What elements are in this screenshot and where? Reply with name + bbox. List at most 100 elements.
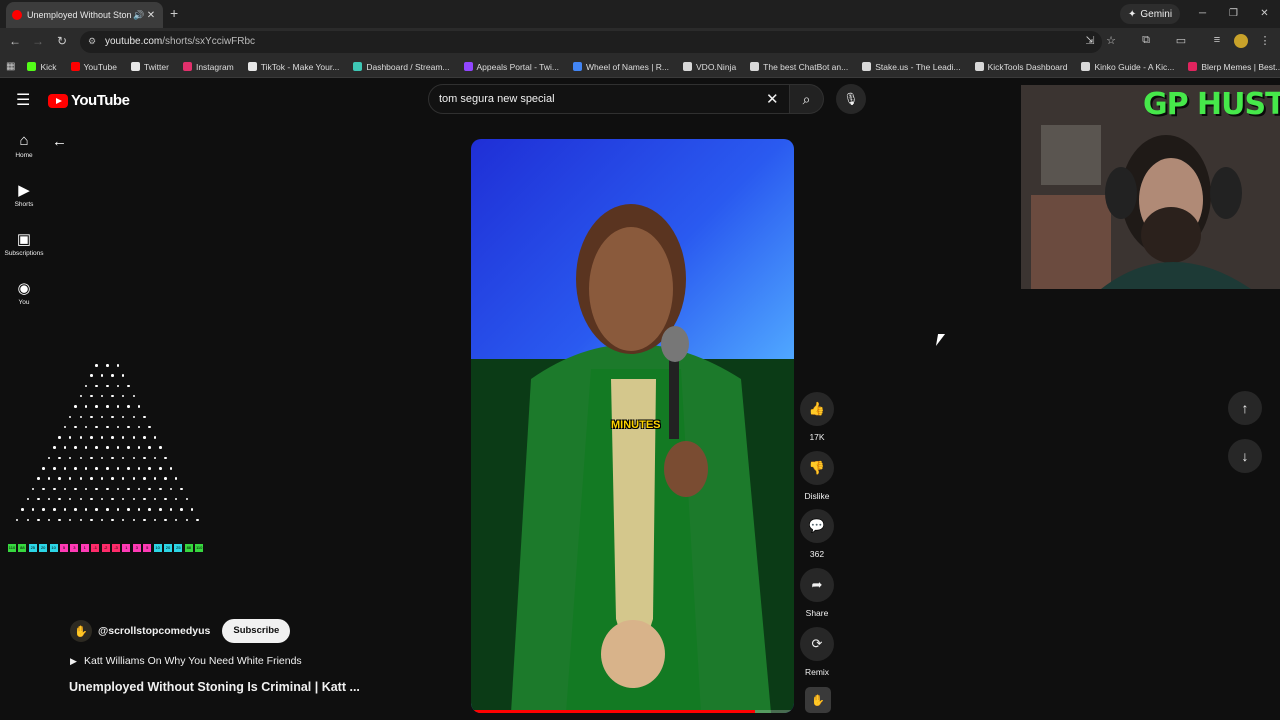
extensions-icon[interactable]: ⧉	[1139, 34, 1153, 47]
dislike-label: Dislike	[804, 491, 830, 501]
clear-search-icon[interactable]: ✕	[766, 90, 779, 108]
bookmark-favicon-icon	[247, 62, 257, 71]
plinko-peg	[185, 497, 188, 501]
voice-search-button[interactable]: 🎙	[836, 84, 866, 114]
related-video-link[interactable]: Katt Williams On Why You Need White Frie…	[84, 655, 302, 667]
plinko-peg	[159, 508, 162, 511]
share-button[interactable]: ➦ Share	[798, 568, 836, 618]
apps-grid-icon[interactable]: ▦	[6, 61, 15, 72]
bookmark-item[interactable]: TikTok - Make Your...	[247, 62, 339, 72]
plinko-peg	[100, 518, 104, 521]
bookmark-label: Blerp Memes | Best...	[1201, 61, 1280, 72]
url-text[interactable]: youtube.com/shorts/sxYcciwFRbc	[105, 36, 255, 47]
video-progress-bar[interactable]	[471, 710, 756, 713]
youtube-logo[interactable]: YouTube	[48, 92, 130, 109]
back-arrow-icon[interactable]: ←	[52, 133, 67, 150]
bookmark-item[interactable]: KickTools Dashboard	[974, 61, 1068, 72]
plinko-peg	[132, 497, 135, 501]
url-host: youtube.com	[105, 36, 163, 47]
plinko-peg	[84, 446, 88, 449]
bookmark-item[interactable]: Appeals Portal - Twi...	[463, 62, 559, 72]
plinko-peg	[68, 477, 72, 480]
media-control-icon[interactable]: ≡	[1210, 34, 1224, 46]
previous-short-button[interactable]: ↑	[1228, 391, 1262, 425]
plinko-peg	[95, 446, 98, 449]
guide-item-subscriptions[interactable]: ▣ Subscriptions	[0, 230, 48, 257]
short-title[interactable]: Unemployed Without Stoning Is Criminal |…	[69, 680, 360, 694]
plinko-peg	[143, 456, 146, 460]
guide-label-you: You	[18, 299, 30, 306]
bookmark-item[interactable]: The best ChatBot an...	[750, 62, 848, 72]
bookmark-item[interactable]: YouTube	[70, 62, 117, 72]
plinko-peg	[84, 405, 88, 408]
search-input[interactable]: tom segura new special ✕	[428, 84, 790, 114]
remix-button[interactable]: ⟳ Remix	[798, 627, 836, 677]
plinko-peg	[90, 456, 93, 460]
guide-item-shorts[interactable]: ▶ Shorts	[0, 181, 48, 208]
plinko-peg	[58, 456, 61, 460]
like-button[interactable]: 👍 17K	[798, 392, 836, 442]
home-icon: ⌂	[19, 132, 29, 149]
bookmark-item[interactable]: Twitter	[130, 61, 169, 72]
bookmark-item[interactable]: VDO.Ninja	[683, 62, 736, 72]
sound-thumbnail[interactable]: ✋	[805, 687, 831, 713]
hamburger-menu-icon[interactable]: ☰	[16, 90, 32, 110]
plinko-peg	[74, 425, 77, 429]
browser-tab-active[interactable]: Unemployed Without Stoni 🔊 ✕	[6, 2, 163, 28]
plinko-peg	[137, 467, 141, 470]
bookmark-item[interactable]: Kick	[27, 62, 57, 72]
plinko-peg	[68, 415, 72, 418]
install-app-icon[interactable]: ⇲	[1083, 34, 1097, 47]
plinko-peg	[95, 405, 98, 408]
new-tab-button[interactable]: +	[170, 5, 178, 21]
plinko-peg	[58, 436, 61, 439]
back-nav-icon[interactable]: ←	[7, 34, 23, 48]
plinko-peg	[68, 436, 72, 439]
site-info-icon[interactable]: ⚙	[88, 36, 99, 47]
reload-icon[interactable]: ↻	[54, 34, 70, 48]
sound-avatar-icon: ✋	[811, 694, 825, 707]
forward-nav-icon[interactable]: →	[30, 34, 46, 48]
bookmark-item[interactable]: Blerp Memes | Best...	[1188, 62, 1280, 72]
guide-item-home[interactable]: ⌂ Home	[0, 132, 48, 159]
close-window-icon[interactable]: ✕	[1249, 0, 1280, 28]
comments-button[interactable]: 💬 362	[798, 509, 836, 559]
close-tab-icon[interactable]: ✕	[145, 10, 157, 21]
subscribe-button[interactable]: Subscribe	[222, 619, 291, 643]
next-short-button[interactable]: ↓	[1228, 439, 1262, 473]
plinko-peg	[116, 508, 120, 511]
plinko-peg	[174, 518, 178, 521]
plinko-peg	[116, 384, 120, 388]
omnibox[interactable]: ⚙ youtube.com/shorts/sxYcciwFRbc	[80, 31, 1102, 53]
dislike-button[interactable]: 👎 Dislike	[798, 451, 836, 501]
plinko-peg	[100, 477, 104, 480]
guide-item-you[interactable]: ◉ You	[0, 279, 48, 306]
bookmark-star-icon[interactable]: ☆	[1104, 34, 1118, 47]
browser-menu-icon[interactable]: ⋮	[1258, 34, 1272, 47]
plinko-peg	[79, 436, 82, 439]
channel-handle[interactable]: @scrollstopcomedyus	[98, 625, 210, 637]
bookmark-item[interactable]: Instagram	[182, 62, 234, 72]
plinko-peg	[95, 467, 98, 470]
youtube-masthead: ☰ YouTube tom segura new special ✕ ⌕ 🎙	[0, 78, 1020, 122]
remix-icon: ⟳	[800, 627, 834, 661]
plinko-peg	[90, 436, 93, 439]
plinko-peg	[42, 487, 45, 491]
search-button[interactable]: ⌕	[790, 84, 824, 114]
channel-avatar[interactable]: ✋	[70, 620, 92, 642]
bookmark-label: KickTools Dashboard	[987, 61, 1068, 72]
shorts-video-player[interactable]: MINUTES	[471, 139, 794, 713]
profile-avatar[interactable]	[1234, 34, 1248, 48]
minimize-icon[interactable]: ─	[1187, 0, 1218, 28]
bookmark-item[interactable]: Dashboard / Stream...	[353, 62, 450, 72]
plinko-board-overlay: 110 88 25 20 10 5 3 1 -1 -2 -3 1 3 5 10 20 25 88 110	[6, 360, 206, 560]
audio-playing-icon[interactable]: 🔊	[133, 10, 145, 21]
bookmark-item[interactable]: Kinko Guide - A Kic...	[1081, 62, 1174, 72]
bookmark-item[interactable]: Wheel of Names | R...	[573, 62, 669, 72]
cast-icon[interactable]: ▭	[1174, 34, 1188, 47]
plinko-peg	[31, 508, 35, 511]
gemini-button[interactable]: ✦ Gemini	[1120, 4, 1181, 24]
restore-icon[interactable]: ❐	[1218, 0, 1249, 28]
bookmark-item[interactable]: Stake.us - The Leadi...	[862, 62, 961, 72]
bookmark-label: Twitter	[143, 61, 169, 72]
